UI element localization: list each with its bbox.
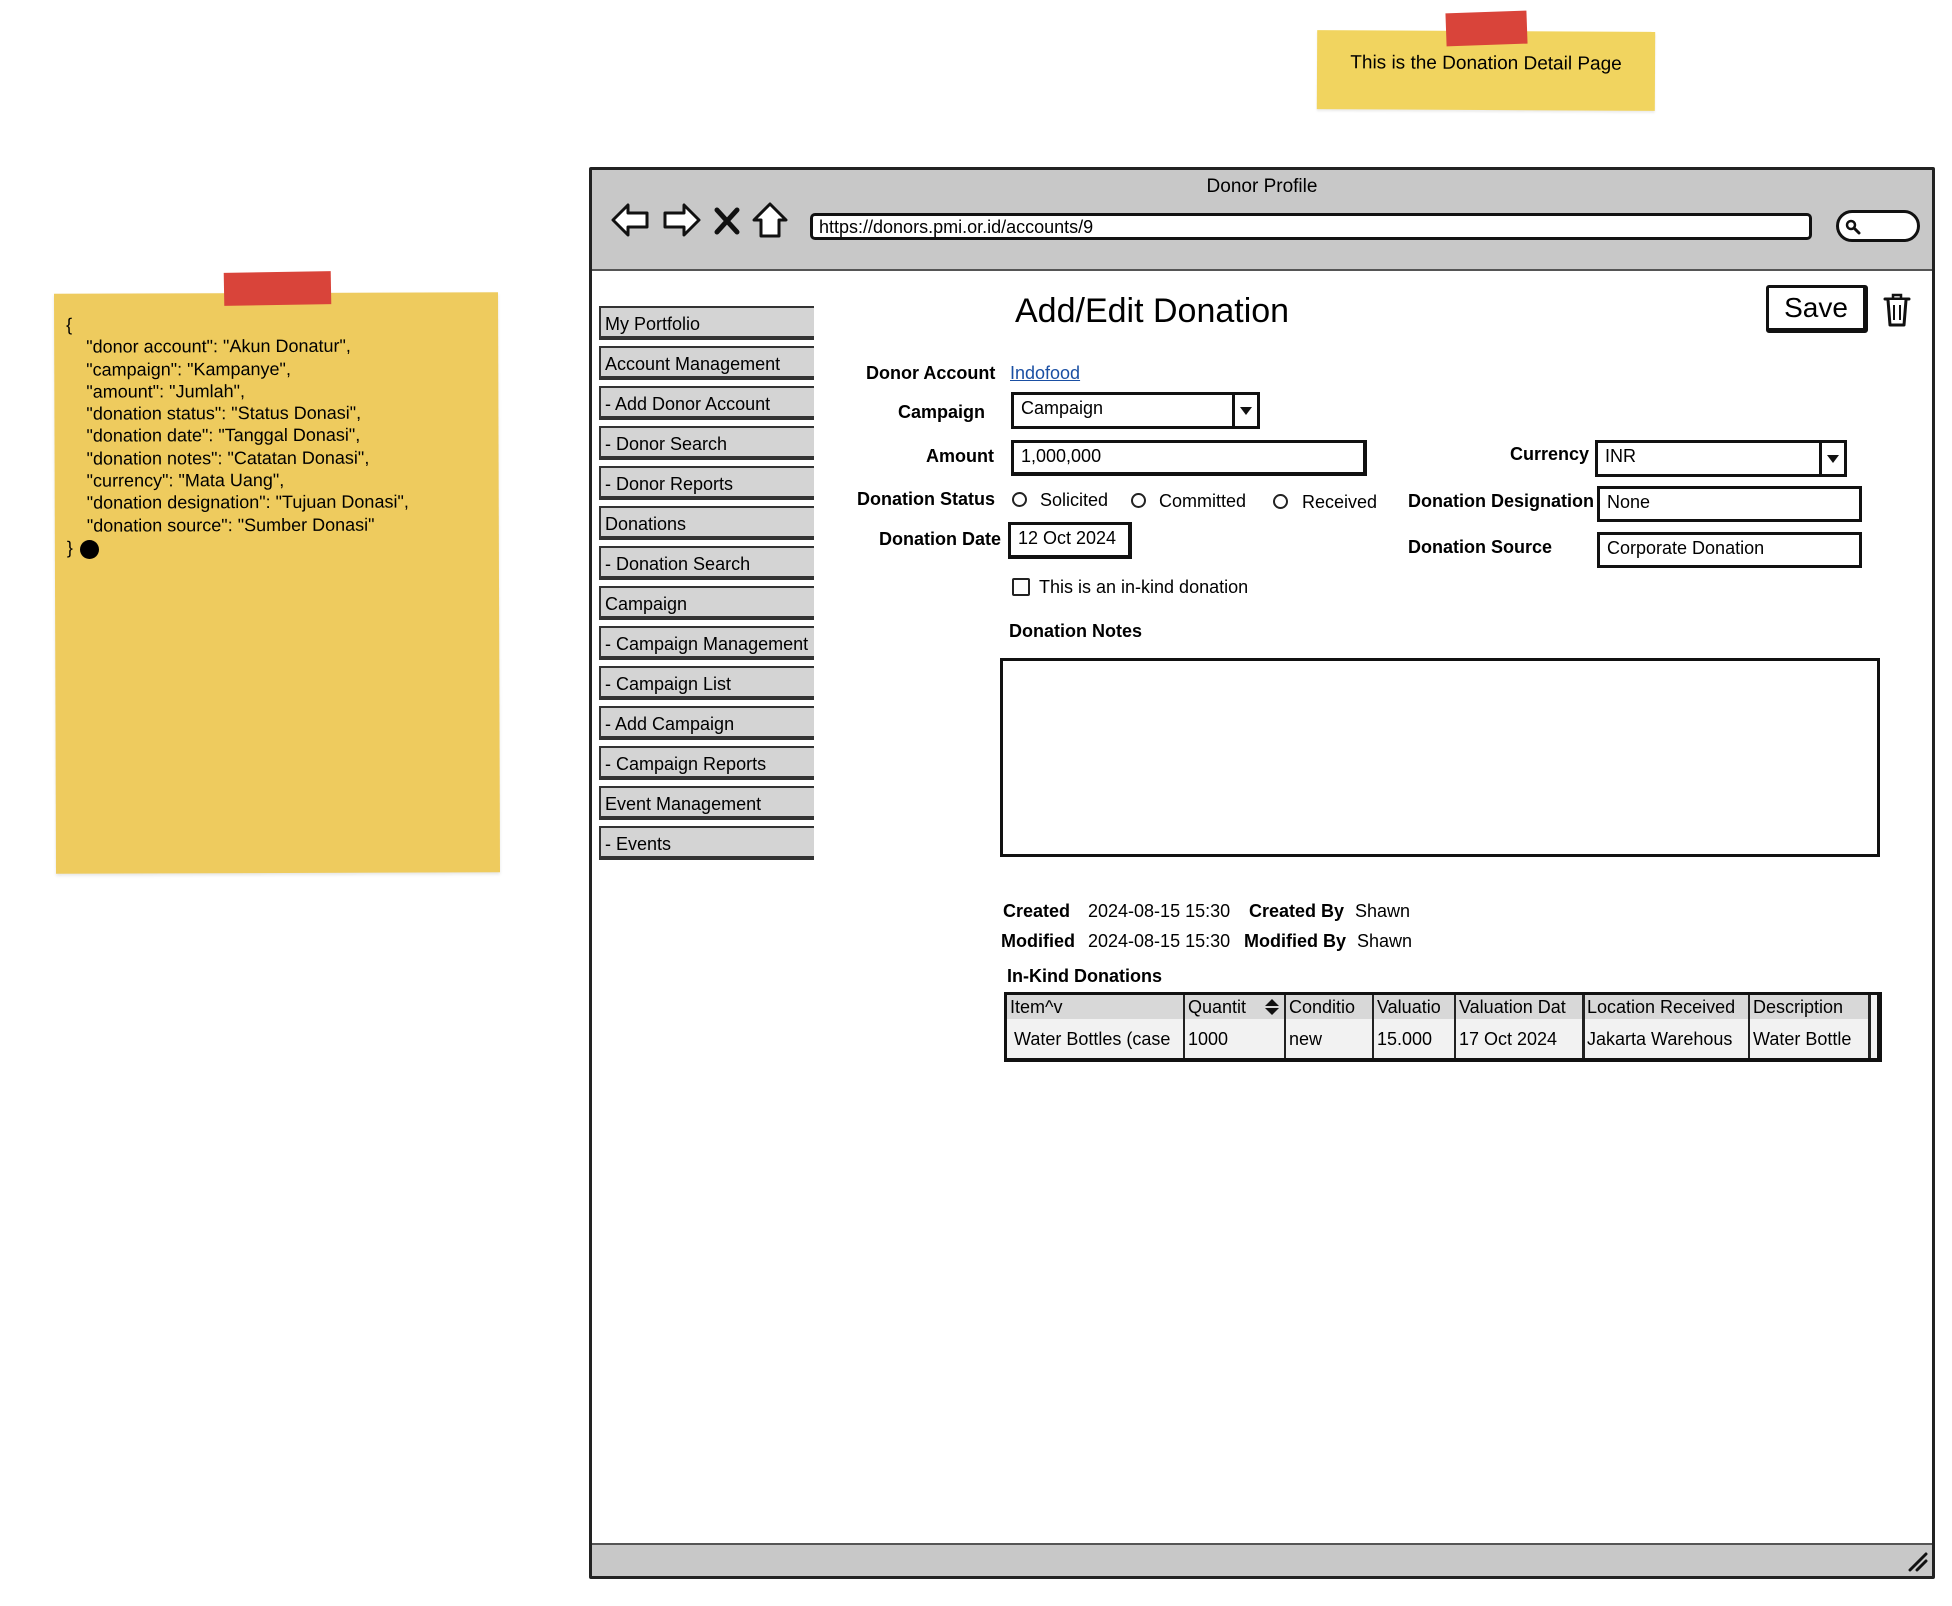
- currency-select-value: INR: [1605, 446, 1636, 466]
- radio-received[interactable]: [1273, 494, 1288, 509]
- cursor-dot: [80, 540, 99, 559]
- search-icon: [1845, 219, 1861, 235]
- modified-value: 2024-08-15 15:30: [1088, 931, 1231, 951]
- page-title: Add/Edit Donation: [1015, 292, 1290, 330]
- currency-label: Currency: [1510, 444, 1590, 464]
- sidebar-item-add-campaign[interactable]: - Add Campaign: [599, 706, 814, 740]
- radio-committed[interactable]: [1131, 493, 1146, 508]
- inkind-checkbox[interactable]: [1012, 578, 1030, 596]
- campaign-label: Campaign: [898, 402, 986, 422]
- browser-status-bar: [592, 1543, 1932, 1576]
- table-cell: Water Bottle: [1753, 1029, 1852, 1049]
- radio-solicited[interactable]: [1012, 492, 1027, 507]
- column-divider: [1748, 995, 1750, 1058]
- donation-status-label: Donation Status: [857, 489, 995, 509]
- sidebar-item-campaign-list[interactable]: - Campaign List: [599, 666, 814, 700]
- campaign-select-value: Campaign: [1021, 398, 1104, 418]
- chevron-down-icon: [1819, 443, 1844, 474]
- stop-icon[interactable]: [712, 200, 742, 240]
- sidebar-item-events[interactable]: - Events: [599, 826, 814, 860]
- radio-solicited-label: Solicited: [1040, 490, 1109, 510]
- created-by-label: Created By: [1249, 901, 1345, 921]
- donation-designation-label: Donation Designation: [1408, 491, 1594, 511]
- trash-icon[interactable]: [1882, 292, 1912, 328]
- table-header[interactable]: Location Received: [1584, 995, 1749, 1019]
- inkind-table: Item^v Quantit Conditio Valuatio Valuati…: [1004, 992, 1882, 1062]
- table-header[interactable]: Valuation Dat: [1456, 995, 1583, 1019]
- created-value: 2024-08-15 15:30: [1088, 901, 1231, 921]
- modified-label: Modified: [1001, 931, 1075, 951]
- table-cell: new: [1289, 1029, 1323, 1049]
- address-bar[interactable]: https://donors.pmi.or.id/accounts/9: [810, 213, 1812, 240]
- created-label: Created: [1003, 901, 1071, 921]
- amount-label: Amount: [926, 446, 994, 466]
- table-cell: 15.000: [1377, 1029, 1433, 1049]
- sidebar-item-donor-search[interactable]: - Donor Search: [599, 426, 814, 460]
- sidebar-item-event-management[interactable]: Event Management: [599, 786, 814, 820]
- browser-toolbar: Donor Profile https://donors.pmi.or.id/a…: [592, 170, 1932, 271]
- save-button[interactable]: Save: [1766, 285, 1868, 333]
- browser-search-field[interactable]: [1836, 210, 1920, 242]
- column-divider: [1183, 995, 1185, 1058]
- sidebar-item-donations[interactable]: Donations: [599, 506, 814, 540]
- donation-source-field[interactable]: Corporate Donation: [1597, 532, 1862, 568]
- table-header[interactable]: Quantit: [1185, 995, 1285, 1019]
- table-header[interactable]: Valuatio: [1374, 995, 1455, 1019]
- donation-date-field[interactable]: 12 Oct 2024: [1008, 522, 1132, 559]
- table-header[interactable]: Conditio: [1286, 995, 1373, 1019]
- tape-decoration: [223, 271, 332, 306]
- created-by-value: Shawn: [1355, 901, 1411, 921]
- donation-designation-field[interactable]: None: [1597, 486, 1862, 522]
- table-cell: 1000: [1188, 1029, 1229, 1049]
- inkind-checkbox-label: This is an in-kind donation: [1039, 577, 1249, 597]
- tape-decoration: [1445, 10, 1528, 47]
- table-cell: Water Bottles (case: [1014, 1029, 1171, 1049]
- sidebar-item-campaign[interactable]: Campaign: [599, 586, 814, 620]
- table-header[interactable]: Item^v: [1007, 995, 1184, 1019]
- sort-icon[interactable]: [1265, 999, 1279, 1015]
- donation-notes-label: Donation Notes: [1009, 621, 1142, 641]
- sidebar-item-donation-search[interactable]: - Donation Search: [599, 546, 814, 580]
- sidebar-item-account-management[interactable]: Account Management: [599, 346, 814, 380]
- translation-json-text: { "donor account": "Akun Donatur", "camp…: [66, 314, 409, 558]
- donor-account-label: Donor Account: [866, 363, 996, 383]
- table-header[interactable]: Description: [1750, 995, 1868, 1019]
- campaign-select[interactable]: Campaign: [1011, 392, 1260, 429]
- column-divider: [1582, 995, 1585, 1058]
- amount-field[interactable]: 1,000,000: [1011, 440, 1367, 476]
- table-cell: Jakarta Warehous: [1587, 1029, 1733, 1049]
- column-divider: [1868, 995, 1871, 1058]
- chevron-down-icon: [1232, 395, 1257, 426]
- currency-select[interactable]: INR: [1595, 440, 1847, 477]
- radio-committed-label: Committed: [1159, 491, 1247, 511]
- modified-by-value: Shawn: [1357, 931, 1413, 951]
- sidebar-item-campaign-management[interactable]: - Campaign Management: [599, 626, 814, 660]
- home-icon[interactable]: [750, 200, 790, 240]
- modified-by-label: Modified By: [1244, 931, 1346, 951]
- column-divider: [1284, 995, 1286, 1058]
- column-divider: [1454, 995, 1456, 1058]
- browser-window: Donor Profile https://donors.pmi.or.id/a…: [589, 167, 1935, 1579]
- column-divider: [1372, 995, 1374, 1058]
- sticky-note-translations: { "donor account": "Akun Donatur", "camp…: [53, 292, 501, 874]
- donor-account-link[interactable]: Indofood: [1010, 363, 1080, 384]
- sidebar-item-campaign-reports[interactable]: - Campaign Reports: [599, 746, 814, 780]
- donation-date-label: Donation Date: [879, 529, 1002, 549]
- resize-handle-icon[interactable]: [1906, 1550, 1928, 1572]
- sidebar-item-add-donor-account[interactable]: - Add Donor Account: [599, 386, 814, 420]
- donation-notes-textarea[interactable]: [1000, 658, 1880, 857]
- window-title: Donor Profile: [1206, 176, 1318, 197]
- sidebar-item-donor-reports[interactable]: - Donor Reports: [599, 466, 814, 500]
- back-arrow-icon[interactable]: [610, 200, 650, 240]
- radio-received-label: Received: [1302, 492, 1378, 512]
- donation-source-label: Donation Source: [1408, 537, 1553, 557]
- sticky-note-title-text: This is the Donation Detail Page: [1350, 52, 1622, 75]
- inkind-table-title: In-Kind Donations: [1007, 966, 1162, 986]
- forward-arrow-icon[interactable]: [662, 200, 702, 240]
- table-cell: 17 Oct 2024: [1459, 1029, 1558, 1049]
- sidebar-item-my-portfolio[interactable]: My Portfolio: [599, 306, 814, 340]
